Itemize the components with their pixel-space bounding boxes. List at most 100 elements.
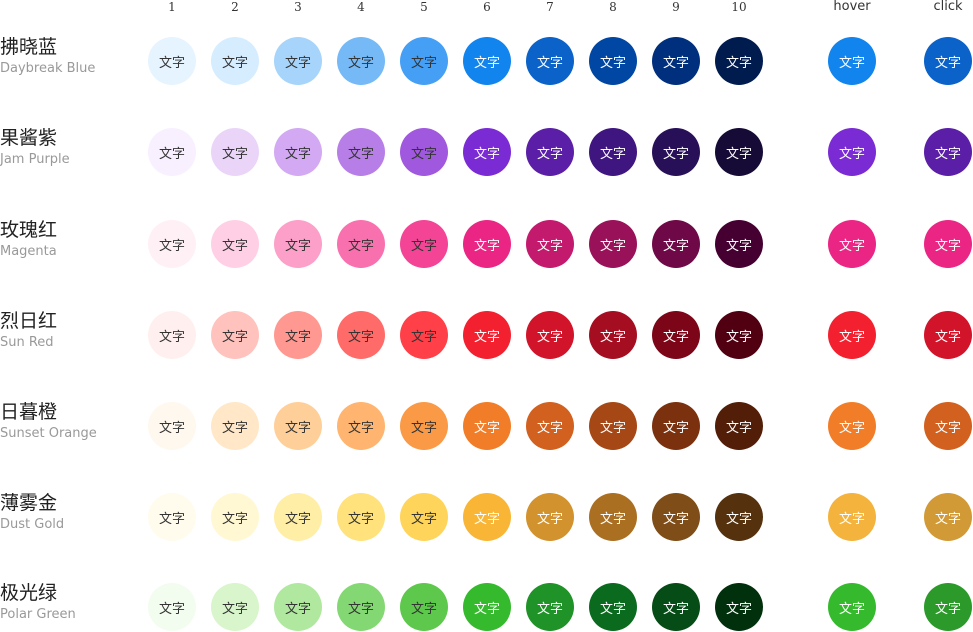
color-swatch-5: 文字 (400, 220, 448, 268)
color-swatch-10: 文字 (715, 128, 763, 176)
color-swatch-1: 文字 (148, 311, 196, 359)
palette-row: 果酱紫 Jam Purple 文字 文字 文字 文字 文字 文字 文字 文字 文字 文字 文字 文字 (0, 127, 973, 177)
color-swatch-8: 文字 (589, 128, 637, 176)
color-swatch-9: 文字 (652, 311, 700, 359)
color-swatch-hover: 文字 (828, 402, 876, 450)
palette-name-en: Magenta (0, 244, 57, 259)
color-swatch-4: 文字 (337, 583, 385, 631)
color-swatch-3: 文字 (274, 37, 322, 85)
palette-row: 烈日红 Sun Red 文字 文字 文字 文字 文字 文字 文字 文字 文字 文字 文字 文字 (0, 310, 973, 360)
column-header-8: 8 (609, 0, 617, 14)
color-swatch-click: 文字 (924, 583, 972, 631)
color-swatch-8: 文字 (589, 493, 637, 541)
color-swatch-4: 文字 (337, 220, 385, 268)
palette-name-cn: 极光绿 (0, 582, 58, 604)
color-swatch-3: 文字 (274, 220, 322, 268)
color-swatch-8: 文字 (589, 311, 637, 359)
palette-name-en: Daybreak Blue (0, 61, 96, 76)
color-swatch-hover: 文字 (828, 583, 876, 631)
color-swatch-7: 文字 (526, 493, 574, 541)
color-swatch-6: 文字 (463, 583, 511, 631)
color-swatch-3: 文字 (274, 583, 322, 631)
color-swatch-click: 文字 (924, 128, 972, 176)
column-header-hover: hover (833, 0, 871, 14)
color-swatch-1: 文字 (148, 583, 196, 631)
column-header-10: 10 (731, 0, 747, 14)
color-swatch-5: 文字 (400, 402, 448, 450)
color-swatch-6: 文字 (463, 220, 511, 268)
column-header-9: 9 (672, 0, 680, 14)
color-swatch-8: 文字 (589, 37, 637, 85)
palette-name-cn: 拂晓蓝 (0, 36, 58, 58)
color-swatch-9: 文字 (652, 493, 700, 541)
color-swatch-10: 文字 (715, 402, 763, 450)
color-swatch-2: 文字 (211, 493, 259, 541)
column-header-2: 2 (231, 0, 239, 14)
color-swatch-8: 文字 (589, 220, 637, 268)
color-swatch-4: 文字 (337, 128, 385, 176)
color-swatch-3: 文字 (274, 402, 322, 450)
color-swatch-1: 文字 (148, 402, 196, 450)
color-swatch-10: 文字 (715, 220, 763, 268)
color-swatch-7: 文字 (526, 311, 574, 359)
color-swatch-9: 文字 (652, 220, 700, 268)
color-swatch-6: 文字 (463, 128, 511, 176)
color-swatch-6: 文字 (463, 493, 511, 541)
color-swatch-7: 文字 (526, 220, 574, 268)
color-swatch-5: 文字 (400, 493, 448, 541)
color-swatch-5: 文字 (400, 128, 448, 176)
color-swatch-10: 文字 (715, 311, 763, 359)
color-swatch-6: 文字 (463, 311, 511, 359)
color-swatch-2: 文字 (211, 220, 259, 268)
color-swatch-4: 文字 (337, 493, 385, 541)
color-swatch-10: 文字 (715, 583, 763, 631)
color-swatch-3: 文字 (274, 311, 322, 359)
color-swatch-2: 文字 (211, 402, 259, 450)
color-swatch-4: 文字 (337, 311, 385, 359)
color-swatch-7: 文字 (526, 402, 574, 450)
palette-name-en: Polar Green (0, 607, 76, 622)
color-swatch-6: 文字 (463, 402, 511, 450)
color-swatch-4: 文字 (337, 37, 385, 85)
palette-name-cn: 烈日红 (0, 310, 58, 332)
palette-row: 拂晓蓝 Daybreak Blue 文字 文字 文字 文字 文字 文字 文字 文字 文字 文字 文字 文字 (0, 36, 973, 86)
column-header-6: 6 (483, 0, 491, 14)
color-swatch-hover: 文字 (828, 37, 876, 85)
color-swatch-3: 文字 (274, 128, 322, 176)
palette-name-cn: 果酱紫 (0, 127, 58, 149)
color-swatch-3: 文字 (274, 493, 322, 541)
color-swatch-7: 文字 (526, 583, 574, 631)
color-swatch-9: 文字 (652, 583, 700, 631)
color-swatch-8: 文字 (589, 402, 637, 450)
color-swatch-click: 文字 (924, 37, 972, 85)
palette-row: 薄雾金 Dust Gold 文字 文字 文字 文字 文字 文字 文字 文字 文字 文字 文字 文字 (0, 492, 973, 542)
column-header-row: 1 2 3 4 5 6 7 8 9 10 hover click (0, 0, 973, 16)
color-swatch-5: 文字 (400, 583, 448, 631)
color-swatch-1: 文字 (148, 128, 196, 176)
column-header-3: 3 (294, 0, 302, 14)
color-swatch-2: 文字 (211, 583, 259, 631)
color-swatch-click: 文字 (924, 311, 972, 359)
palette-name-cn: 玫瑰红 (0, 219, 58, 241)
column-header-5: 5 (420, 0, 428, 14)
palette-name-en: Jam Purple (0, 152, 70, 167)
palette-name-en: Sun Red (0, 335, 54, 350)
column-header-4: 4 (357, 0, 365, 14)
color-swatch-2: 文字 (211, 37, 259, 85)
color-swatch-2: 文字 (211, 311, 259, 359)
color-swatch-9: 文字 (652, 402, 700, 450)
color-swatch-9: 文字 (652, 128, 700, 176)
color-swatch-hover: 文字 (828, 311, 876, 359)
color-swatch-7: 文字 (526, 128, 574, 176)
color-swatch-click: 文字 (924, 402, 972, 450)
palette-row: 极光绿 Polar Green 文字 文字 文字 文字 文字 文字 文字 文字 文字 文字 文字 文字 (0, 582, 973, 632)
column-header-click: click (933, 0, 963, 14)
color-swatch-hover: 文字 (828, 220, 876, 268)
color-swatch-10: 文字 (715, 37, 763, 85)
column-header-1: 1 (168, 0, 176, 14)
color-swatch-9: 文字 (652, 37, 700, 85)
column-header-7: 7 (546, 0, 554, 14)
color-swatch-click: 文字 (924, 220, 972, 268)
palette-name-cn: 薄雾金 (0, 492, 58, 514)
color-swatch-5: 文字 (400, 37, 448, 85)
